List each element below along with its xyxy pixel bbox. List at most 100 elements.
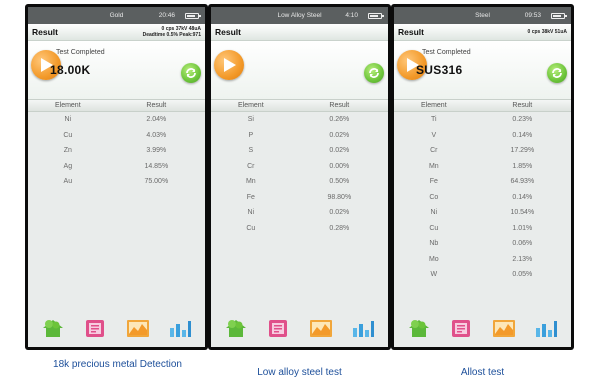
- element-cell: Ti: [431, 116, 437, 124]
- table-header: Element Result: [211, 99, 388, 112]
- result-cell: 0.26%: [329, 116, 350, 124]
- refresh-button[interactable]: [547, 63, 567, 83]
- screen: Gold 20:46 Result 0 cps 37kV 48uA Deadtime 0…: [28, 7, 205, 347]
- mode-title: Gold: [109, 12, 124, 19]
- column-header-element: Element: [237, 102, 264, 109]
- element-cell: Si: [247, 116, 254, 124]
- chart-button[interactable]: [308, 318, 334, 343]
- table-row: Si 0.26%: [211, 112, 388, 128]
- result-cell: 0.50%: [329, 178, 350, 186]
- spectrum-icon: [351, 318, 375, 343]
- refresh-icon: [552, 68, 562, 78]
- result-cell: 0.02%: [329, 131, 350, 139]
- refresh-button[interactable]: [364, 63, 384, 83]
- spectrum-button[interactable]: [167, 321, 193, 343]
- status-bar: Steel 09:53: [394, 7, 571, 24]
- report-button[interactable]: [265, 320, 291, 343]
- home-icon: [41, 318, 65, 343]
- element-cell: Fe: [429, 178, 438, 186]
- bottom-toolbar: [211, 317, 388, 347]
- chart-button[interactable]: [125, 320, 151, 343]
- test-summary: [211, 41, 388, 99]
- battery-icon: [185, 12, 201, 19]
- mode-title: Low Alloy Steel: [277, 12, 322, 19]
- table-row: Ti 0.23%: [394, 112, 571, 128]
- report-button[interactable]: [448, 318, 474, 343]
- column-header-element: Element: [54, 102, 81, 109]
- start-test-button[interactable]: [214, 50, 244, 80]
- measurement-info: 0 cps 37kV 48uA Deadtime 0.5% Peak:971: [143, 26, 201, 38]
- result-cell: 64.93%: [510, 178, 535, 186]
- column-header-result: Result: [329, 102, 350, 109]
- spectrum-icon: [168, 318, 192, 343]
- element-cell: Mo: [428, 255, 439, 263]
- measurement-info: 0 cps 38kV 51uA: [528, 29, 567, 35]
- element-cell: W: [430, 271, 438, 279]
- column-header-element: Element: [420, 102, 447, 109]
- element-cell: Ag: [63, 162, 73, 170]
- element-cell: Cu: [429, 224, 439, 232]
- chart-button[interactable]: [491, 318, 517, 343]
- result-cell: 1.85%: [512, 162, 533, 170]
- table-row: Cr 17.29%: [394, 143, 571, 159]
- result-cell: 0.05%: [512, 271, 533, 279]
- home-button[interactable]: [40, 318, 66, 343]
- report-button[interactable]: [82, 320, 108, 343]
- table-row: Ag 14.85%: [28, 159, 205, 175]
- test-summary: Test Completed 18.00K: [28, 41, 205, 99]
- device-screen-3: Steel 09:53 Result 0 cps 38kV 51uA Test Comp…: [391, 4, 574, 350]
- grade-name: SUS316: [416, 63, 463, 77]
- result-title: Result: [215, 27, 241, 37]
- table-row: Cu 1.01%: [394, 221, 571, 237]
- status-time: 20:46: [158, 12, 175, 19]
- table-row: Fe 64.93%: [394, 174, 571, 190]
- refresh-icon: [186, 68, 196, 78]
- column-header-result: Result: [146, 102, 167, 109]
- spectrum-button[interactable]: [533, 321, 559, 343]
- spectrum-button[interactable]: [350, 321, 376, 343]
- refresh-button[interactable]: [181, 63, 201, 83]
- table-header: Element Result: [394, 99, 571, 112]
- device-screen-1: Gold 20:46 Result 0 cps 37kV 48uA Deadtime 0…: [25, 4, 208, 350]
- battery-icon: [368, 12, 384, 19]
- table-row: Co 0.14%: [394, 190, 571, 206]
- results-table: Element Result Si 0.26% P 0.02% S 0.02% Cr 0.00% M…: [211, 99, 388, 236]
- table-row: Mn 1.85%: [394, 159, 571, 175]
- chart-icon: [309, 318, 333, 343]
- test-status-text: Test Completed: [422, 49, 471, 56]
- grade-name: 18.00K: [50, 63, 91, 77]
- panel-caption: 18k precious metal Detection: [53, 359, 182, 370]
- table-row: S 0.02%: [211, 143, 388, 159]
- result-cell: 4.03%: [146, 131, 167, 139]
- test-status-text: Test Completed: [56, 49, 105, 56]
- element-cell: S: [248, 147, 254, 155]
- result-cell: 98.80%: [327, 193, 352, 201]
- device-screen-2: Low Alloy Steel 4:10 Result Element Result Si…: [208, 4, 391, 350]
- table-row: Mn 0.50%: [211, 174, 388, 190]
- results-table: Element Result Ti 0.23% V 0.14% Cr 17.29% Mn 1.85…: [394, 99, 571, 283]
- element-cell: Cu: [246, 224, 256, 232]
- home-button[interactable]: [223, 320, 249, 343]
- element-cell: Co: [429, 193, 439, 201]
- result-cell: 2.04%: [146, 116, 167, 124]
- element-cell: Ni: [430, 209, 438, 217]
- bottom-toolbar: [28, 317, 205, 347]
- element-cell: Cu: [63, 131, 73, 139]
- result-cell: 3.99%: [146, 147, 167, 155]
- element-cell: Ni: [247, 209, 255, 217]
- report-icon: [450, 318, 472, 343]
- refresh-icon: [369, 68, 379, 78]
- mode-title: Steel: [475, 12, 490, 19]
- table-row: P 0.02%: [211, 128, 388, 144]
- chart-icon: [492, 318, 516, 343]
- table-row: Fe 98.80%: [211, 190, 388, 206]
- measurement-line-2: Deadtime 0.5% Peak:971: [142, 32, 201, 38]
- result-cell: 0.02%: [329, 209, 350, 217]
- results-table: Element Result Ni 2.04% Cu 4.03% Zn 3.99% Ag 14.8…: [28, 99, 205, 190]
- screen: Steel 09:53 Result 0 cps 38kV 51uA Test Comp…: [394, 7, 571, 347]
- result-cell: 0.14%: [512, 131, 533, 139]
- element-cell: Cr: [247, 162, 255, 170]
- result-title: Result: [398, 27, 424, 37]
- status-time: 09:53: [524, 12, 541, 19]
- home-button[interactable]: [406, 320, 432, 343]
